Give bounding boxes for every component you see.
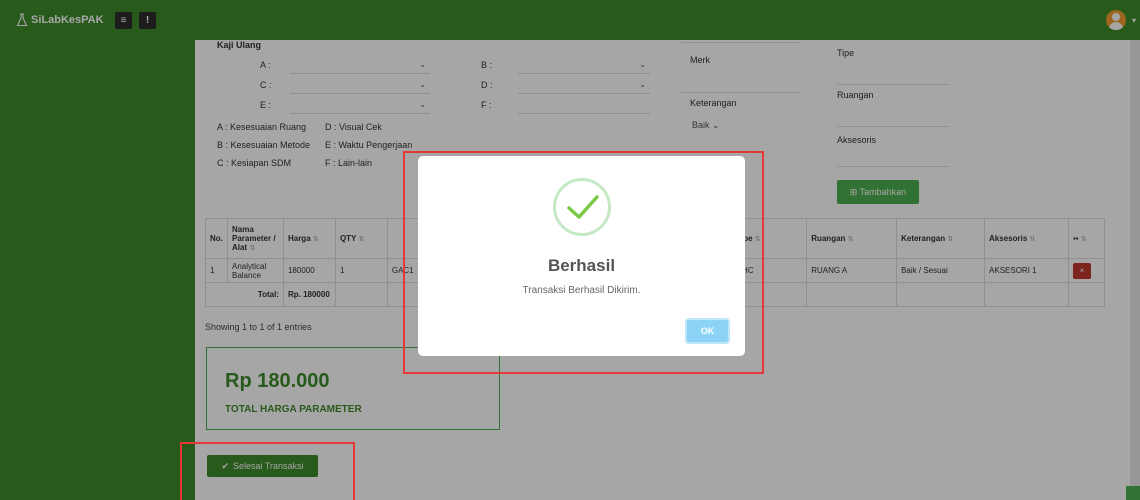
highlight-modal-box (403, 151, 764, 374)
highlight-selesai-box (180, 442, 355, 500)
